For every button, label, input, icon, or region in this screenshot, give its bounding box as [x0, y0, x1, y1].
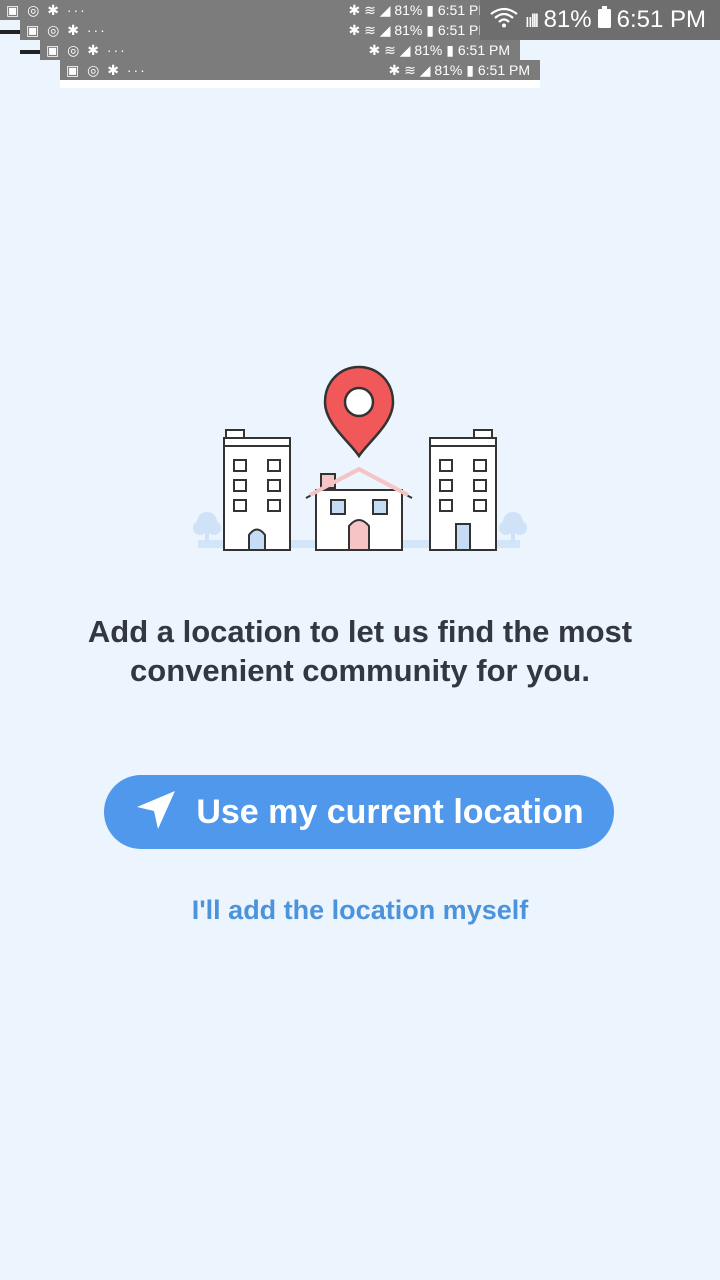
use-current-location-label: Use my current location — [196, 792, 584, 831]
status-bar-text: ✱ ≋ ◢ 81% ▮ 6:51 PM — [348, 2, 490, 18]
building-icon — [429, 429, 497, 551]
status-bar-overlay: ▣ ◎ ✱ ··· ✱ ≋ ◢ 81% ▮ 6:51 PM — [0, 0, 500, 20]
notification-icons: ▣ ◎ ✱ ··· — [46, 42, 127, 58]
status-bar-overlay: ▣ ◎ ✱ ··· ✱ ≋ ◢ 81% ▮ 6:51 PM — [60, 60, 540, 88]
tree-icon — [193, 512, 221, 542]
location-illustration — [190, 360, 530, 560]
battery-percent: 81% — [543, 6, 592, 33]
use-current-location-button[interactable]: Use my current location — [104, 775, 614, 849]
battery-icon — [597, 1, 611, 41]
overlay-divider — [0, 30, 20, 34]
tree-icon — [499, 512, 527, 542]
status-bar-overlay: ▣ ◎ ✱ ··· ✱ ≋ ◢ 81% ▮ 6:51 PM — [20, 20, 500, 40]
overlay-divider — [20, 50, 40, 54]
location-pin-icon — [323, 365, 395, 459]
notification-icons: ▣ ◎ ✱ ··· — [6, 2, 87, 18]
signal-icon: ıılll — [524, 11, 539, 31]
notification-icons: ▣ ◎ ✱ ··· — [66, 62, 147, 78]
wifi-icon — [489, 1, 519, 41]
status-bar-overlay: ▣ ◎ ✱ ··· ✱ ≋ ◢ 81% ▮ 6:51 PM — [40, 40, 520, 60]
clock: 6:51 PM — [616, 6, 706, 33]
navigation-arrow-icon — [134, 788, 196, 837]
building-icon — [223, 429, 291, 551]
status-bar-text: ✱ ≋ ◢ 81% ▮ 6:51 PM — [368, 42, 510, 58]
status-bar: ıılll 81% 6:51 PM — [480, 0, 720, 40]
overlay-strip — [60, 80, 540, 88]
status-bar-text: ✱ ≋ ◢ 81% ▮ 6:51 PM — [388, 62, 530, 78]
add-location-manually-link[interactable]: I'll add the location myself — [160, 895, 560, 926]
notification-icons: ▣ ◎ ✱ ··· — [26, 22, 107, 38]
location-prompt-message: Add a location to let us find the most c… — [87, 614, 633, 688]
house-icon — [305, 466, 413, 551]
status-bar-text: ✱ ≋ ◢ 81% ▮ 6:51 PM — [348, 22, 490, 38]
